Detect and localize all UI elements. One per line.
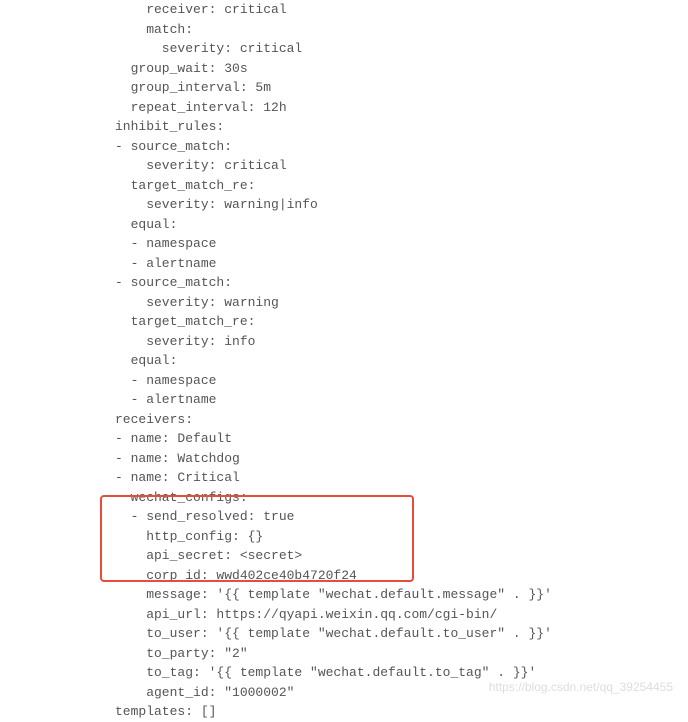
watermark-text: https://blog.csdn.net/qq_39254455: [489, 678, 673, 696]
yaml-config-code: receiver: critical match: severity: crit…: [0, 0, 688, 722]
